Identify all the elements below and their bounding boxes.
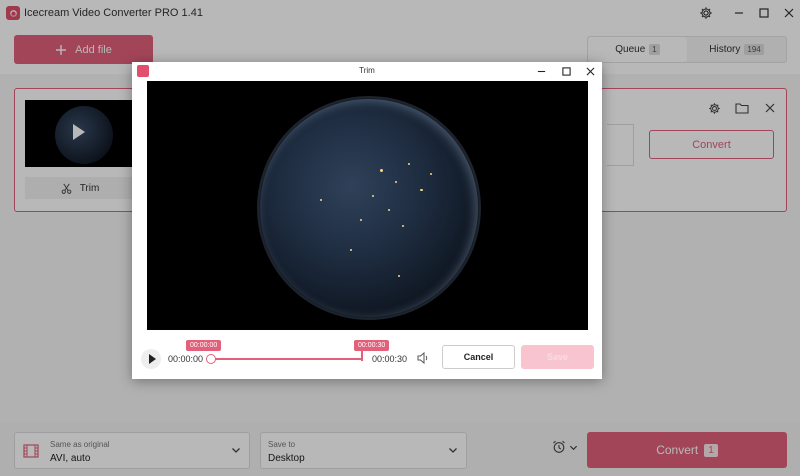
end-marker-label: 00:00:30 bbox=[354, 340, 390, 351]
time-start: 00:00:00 bbox=[168, 354, 204, 364]
start-marker-label: 00:00:00 bbox=[186, 340, 222, 351]
trim-range-fill bbox=[210, 358, 363, 360]
maximize-icon[interactable] bbox=[555, 62, 577, 80]
video-preview[interactable] bbox=[147, 81, 588, 330]
city-light bbox=[380, 169, 383, 172]
close-icon[interactable] bbox=[579, 62, 601, 80]
minimize-icon[interactable] bbox=[530, 62, 552, 80]
city-light bbox=[388, 209, 390, 211]
play-icon bbox=[148, 354, 156, 364]
city-light bbox=[395, 181, 397, 183]
city-light bbox=[360, 219, 362, 221]
city-light bbox=[372, 195, 374, 197]
earth-image bbox=[260, 99, 478, 317]
save-button[interactable]: Save bbox=[521, 345, 594, 369]
play-button[interactable] bbox=[141, 349, 161, 369]
city-light bbox=[350, 249, 352, 251]
trim-track[interactable] bbox=[210, 358, 363, 360]
city-light bbox=[420, 189, 423, 191]
trim-controls: 00:00:00 00:00:00 00:00:30 00:00:30 Canc… bbox=[132, 340, 602, 372]
city-light bbox=[402, 225, 404, 227]
trim-dialog: Trim 00:00:00 00:00:00 00:00:30 00:00:30… bbox=[132, 62, 602, 379]
time-end: 00:00:30 bbox=[372, 354, 408, 364]
city-light bbox=[320, 199, 322, 201]
city-light bbox=[398, 275, 400, 277]
volume-icon[interactable] bbox=[416, 351, 430, 365]
city-light bbox=[430, 173, 432, 175]
city-light bbox=[408, 163, 410, 165]
cancel-button[interactable]: Cancel bbox=[442, 345, 515, 369]
trim-start-handle[interactable] bbox=[206, 354, 216, 364]
dialog-title-bar: Trim bbox=[132, 62, 602, 80]
trim-end-handle[interactable] bbox=[361, 350, 363, 361]
